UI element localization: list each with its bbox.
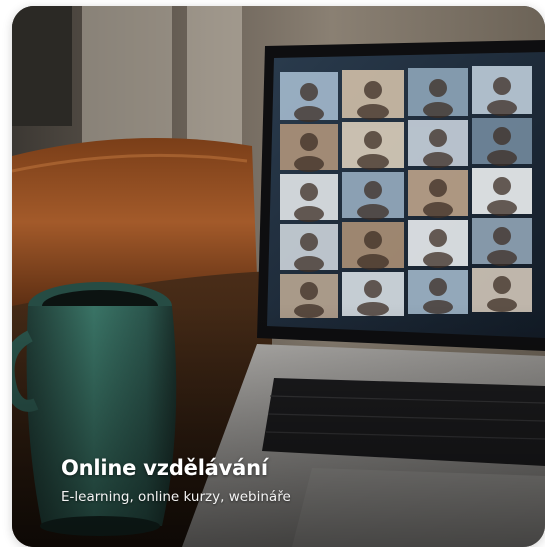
card-subtitle: E-learning, online kurzy, webináře [61,489,291,505]
card-title: Online vzdělávání [61,456,268,480]
card-caption: Online vzdělávání E-learning, online kur… [61,454,525,506]
category-card-online-education[interactable]: Online vzdělávání E-learning, online kur… [12,6,545,547]
